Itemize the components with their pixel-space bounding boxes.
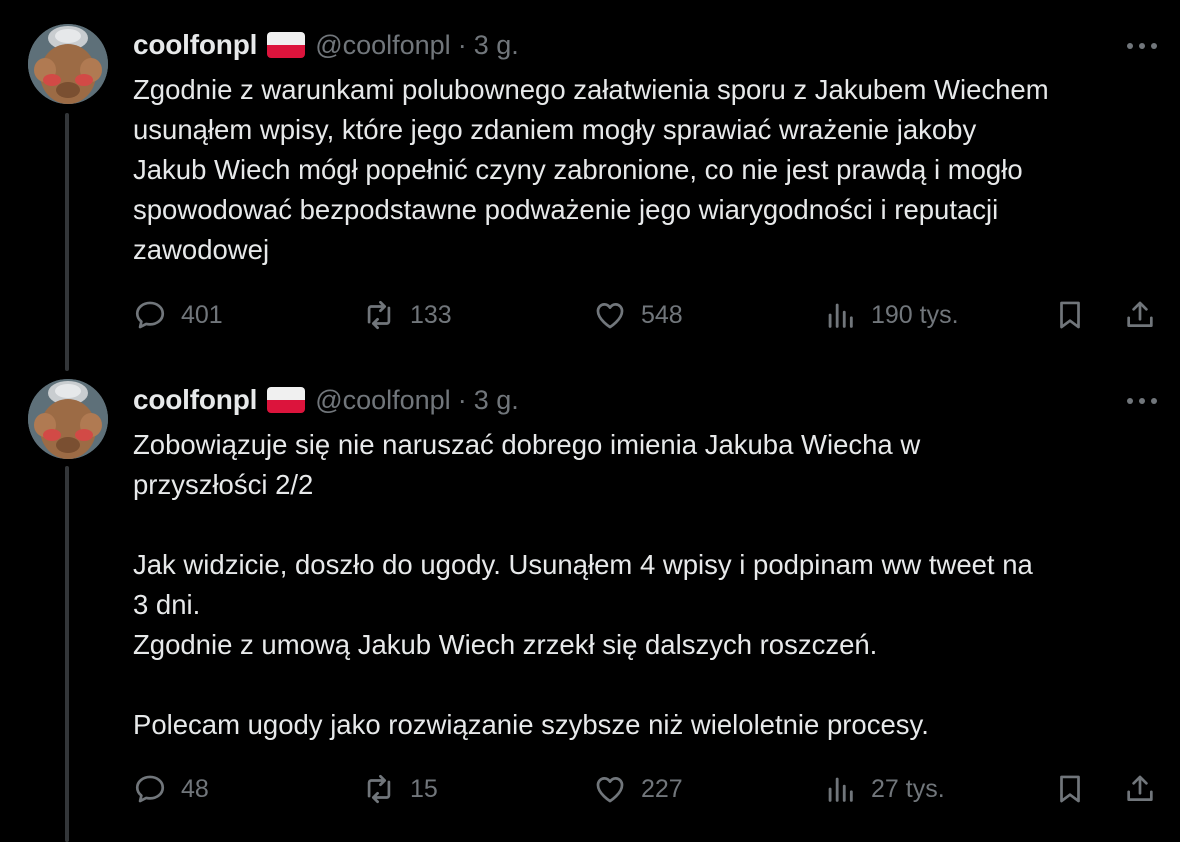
view-count: 190 tys.: [871, 300, 959, 329]
user-handle[interactable]: @coolfonpl: [315, 30, 451, 61]
thread-line: [65, 113, 69, 371]
bookmark-button[interactable]: [1053, 295, 1087, 335]
repost-icon: [367, 300, 391, 330]
tweet-header: coolfonpl @coolfonpl · 3 g.: [133, 27, 519, 63]
heart-icon: [596, 303, 624, 329]
tweet-text-line: Jakub Wiech mógł popełnić czyny zabronio…: [133, 154, 1023, 185]
like-count: 548: [641, 300, 683, 329]
repost-count: 133: [410, 300, 452, 329]
user-handle[interactable]: @coolfonpl: [315, 385, 451, 416]
display-name[interactable]: coolfonpl: [133, 29, 257, 61]
avatar-image: [28, 379, 108, 459]
tweet-actions: 48 15 227 27 tys.: [133, 769, 1163, 809]
heart-icon: [596, 777, 624, 803]
avatar-image: [28, 24, 108, 104]
separator: ·: [457, 29, 467, 60]
tweet-text-line: Jak widzicie, doszło do ugody. Usunąłem …: [133, 549, 1033, 580]
share-icon: [1127, 301, 1153, 327]
reply-button[interactable]: 48: [133, 769, 209, 809]
separator: ·: [457, 384, 467, 415]
tweet-actions: 401 133 548 190 tys.: [133, 295, 1163, 335]
share-button[interactable]: [1123, 769, 1157, 809]
repost-count: 15: [410, 774, 438, 803]
like-button[interactable]: 227: [593, 769, 683, 809]
view-count: 27 tys.: [871, 774, 945, 803]
share-icon: [1127, 775, 1153, 801]
repost-icon: [367, 774, 391, 804]
poland-flag-icon: [267, 32, 306, 58]
views-icon: [828, 777, 853, 802]
tweet-text: Zobowiązuje się nie naruszać dobrego imi…: [133, 425, 1163, 745]
tweet-text-line: Zgodnie z warunkami polubownego załatwie…: [133, 74, 1049, 105]
repost-button[interactable]: 133: [362, 295, 452, 335]
tweet-text-line: 3 dni.: [133, 589, 201, 620]
tweet-text-line: usunąłem wpisy, które jego zdaniem mogły…: [133, 114, 977, 145]
like-count: 227: [641, 774, 683, 803]
more-icon[interactable]: [1124, 391, 1160, 411]
like-button[interactable]: 548: [593, 295, 683, 335]
views-icon: [828, 303, 853, 328]
tweet-text-line: przyszłości 2/2: [133, 469, 314, 500]
avatar[interactable]: [28, 379, 108, 459]
display-name[interactable]: coolfonpl: [133, 384, 257, 416]
views-button[interactable]: 27 tys.: [823, 769, 945, 809]
tweet-text-line: Polecam ugody jako rozwiązanie szybsze n…: [133, 709, 929, 740]
timestamp[interactable]: 3 g.: [474, 30, 519, 61]
bookmark-icon: [1060, 301, 1080, 329]
tweet-text-line: spowodować bezpodstawne podważenie jego …: [133, 194, 999, 225]
bookmark-button[interactable]: [1053, 769, 1087, 809]
views-button[interactable]: 190 tys.: [823, 295, 959, 335]
tweet-text: Zgodnie z warunkami polubownego załatwie…: [133, 70, 1163, 270]
tweet-text-line: zawodowej: [133, 234, 270, 265]
reply-icon: [135, 775, 165, 803]
poland-flag-icon: [267, 387, 306, 413]
thread-line: [65, 466, 69, 842]
timestamp[interactable]: 3 g.: [474, 385, 519, 416]
tweet-text-line: Zgodnie z umową Jakub Wiech zrzekł się d…: [133, 629, 878, 660]
reply-button[interactable]: 401: [133, 295, 223, 335]
reply-count: 48: [181, 774, 209, 803]
bookmark-icon: [1060, 775, 1080, 803]
avatar[interactable]: [28, 24, 108, 104]
share-button[interactable]: [1123, 295, 1157, 335]
more-icon[interactable]: [1124, 36, 1160, 56]
repost-button[interactable]: 15: [362, 769, 438, 809]
reply-count: 401: [181, 300, 223, 329]
reply-icon: [135, 301, 165, 329]
tweet-header: coolfonpl @coolfonpl · 3 g.: [133, 382, 519, 418]
tweet-text-line: Zobowiązuje się nie naruszać dobrego imi…: [133, 429, 921, 460]
